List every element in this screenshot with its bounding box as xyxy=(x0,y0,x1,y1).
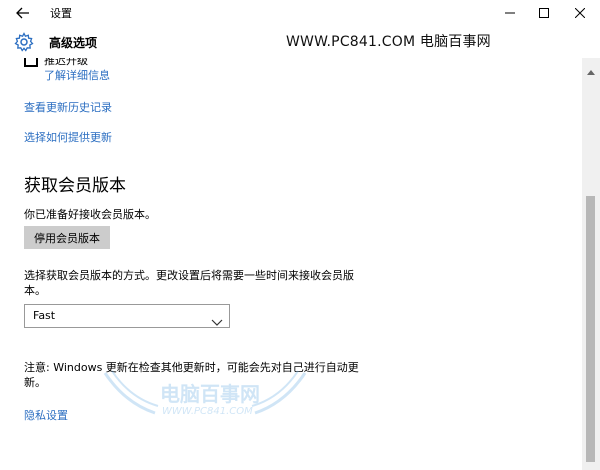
chevron-down-icon xyxy=(211,312,223,331)
gear-icon xyxy=(14,32,34,52)
page-header: 高级选项 WWW.PC841.COM 电脑百事网 xyxy=(0,26,600,58)
minimize-icon xyxy=(505,8,515,18)
close-icon xyxy=(575,8,585,18)
vertical-scrollbar[interactable] xyxy=(582,58,600,470)
privacy-settings-link[interactable]: 隐私设置 xyxy=(24,407,68,423)
update-history-link[interactable]: 查看更新历史记录 xyxy=(24,99,112,115)
scrollbar-thumb[interactable] xyxy=(586,196,595,462)
choose-delivery-link[interactable]: 选择如何提供更新 xyxy=(24,129,112,145)
site-watermark-logo: 电脑百事网 WWW.PC841.COM xyxy=(100,368,310,438)
defer-upgrades-checkbox[interactable] xyxy=(24,58,38,67)
watermark-logo-name: 电脑百事网 xyxy=(160,382,260,406)
maximize-icon xyxy=(539,8,549,18)
minimize-button[interactable] xyxy=(492,0,528,26)
stop-insider-button[interactable]: 停用会员版本 xyxy=(24,226,110,249)
maximize-button[interactable] xyxy=(526,0,562,26)
insider-pace-description: 选择获取会员版本的方式。更改设置后将需要一些时间来接收会员版本。 xyxy=(24,269,354,297)
scroll-up-arrow-icon[interactable] xyxy=(587,60,595,79)
page-title: 高级选项 xyxy=(49,36,98,50)
close-button[interactable] xyxy=(562,0,598,26)
insider-status-text: 你已准备好接收会员版本。 xyxy=(24,208,156,221)
learn-more-link[interactable]: 了解详细信息 xyxy=(44,67,110,83)
title-bar: 设置 xyxy=(0,0,600,26)
back-arrow-icon[interactable] xyxy=(13,3,33,23)
site-watermark-text: WWW.PC841.COM 电脑百事网 xyxy=(286,34,491,50)
insider-pace-value: Fast xyxy=(33,309,56,322)
insider-section-heading: 获取会员版本 xyxy=(24,176,126,196)
window-title: 设置 xyxy=(50,7,72,20)
watermark-logo-url: WWW.PC841.COM xyxy=(162,406,253,417)
insider-pace-select[interactable]: Fast xyxy=(24,304,230,328)
